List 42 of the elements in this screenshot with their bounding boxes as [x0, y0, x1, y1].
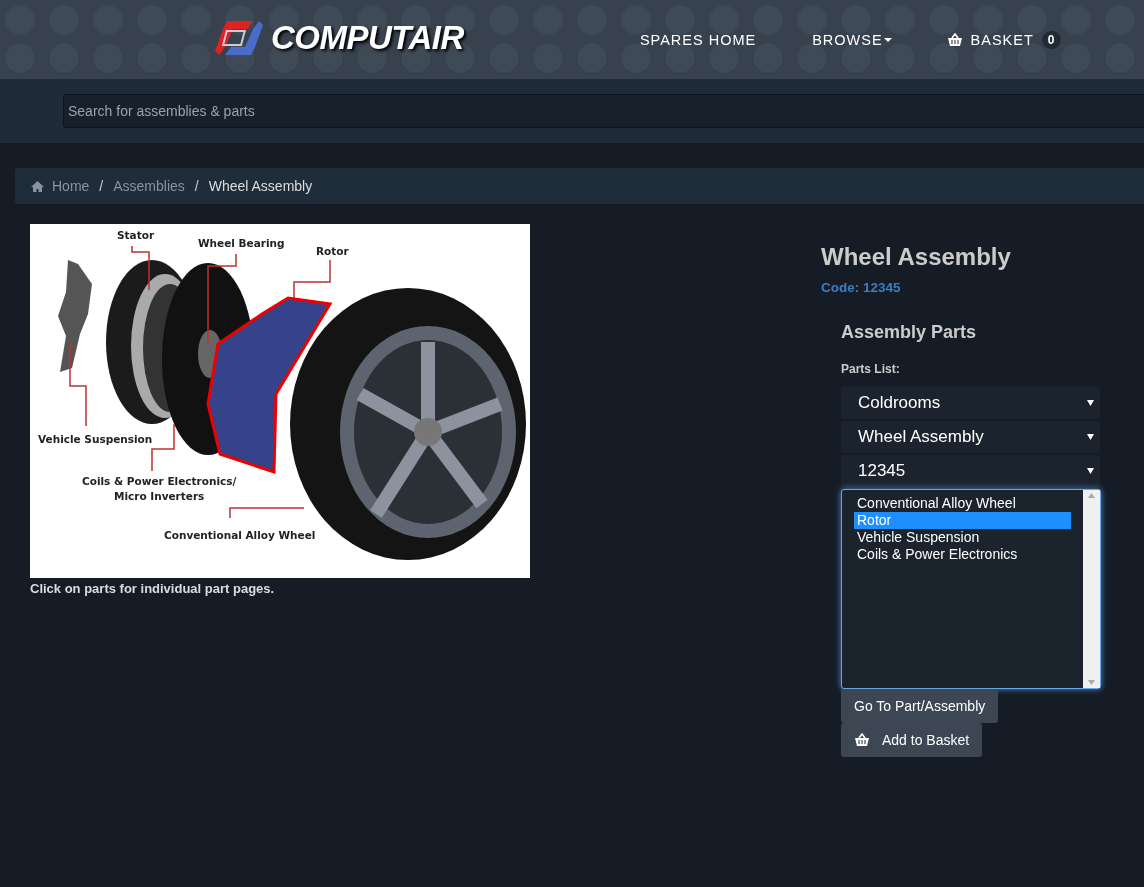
basket-icon	[946, 32, 963, 47]
home-icon	[31, 180, 44, 192]
caret-icon	[1087, 400, 1094, 406]
breadcrumb-separator: /	[194, 178, 199, 194]
dropdown-select[interactable]: 12345	[841, 455, 1100, 487]
part-label: Vehicle Suspension	[38, 432, 153, 447]
caret-icon	[1087, 434, 1094, 440]
part-label: Coils & Power Electronics/ Micro Inverters	[82, 474, 237, 504]
part-label: Wheel Bearing	[198, 236, 285, 251]
go-to-part-button[interactable]: Go To Part/Assembly	[841, 689, 999, 723]
field-label: Parts List:	[841, 362, 901, 376]
logo-text: COMPUTAIR	[271, 18, 464, 57]
product-code: Code: 12345	[821, 280, 902, 295]
parts-listbox[interactable]: Conventional Alloy Wheel Rotor Vehicle Suspension Coils & Power Electronics	[841, 489, 1101, 689]
nav-link[interactable]: SPARES HOME	[639, 31, 757, 48]
add-to-basket-button[interactable]: Add to Basket	[841, 723, 983, 757]
part-label: Stator	[117, 228, 155, 243]
breadcrumb-separator: /	[99, 178, 104, 194]
list-option[interactable]: Conventional Alloy Wheel	[854, 495, 1071, 512]
scroll-up-icon	[1088, 493, 1095, 498]
list-option[interactable]: Vehicle Suspension	[854, 529, 1071, 546]
caret-icon	[1087, 468, 1094, 474]
basket-link[interactable]: BASKET 0	[946, 30, 1061, 49]
caret-icon	[883, 37, 892, 42]
diagram-caption: Click on parts for individual part pages.	[30, 581, 276, 596]
search-field[interactable]: Search for assemblies & parts	[63, 94, 1144, 128]
dropdown-select[interactable]: Wheel Assembly	[841, 421, 1100, 453]
basket-count: 0	[1041, 30, 1061, 49]
product-title: Wheel Assembly	[821, 243, 1012, 271]
list-option[interactable]: Coils & Power Electronics	[854, 546, 1071, 563]
logo-icon	[213, 18, 265, 57]
section-heading: Assembly Parts	[841, 322, 978, 343]
dropdown-select[interactable]: Coldrooms	[841, 387, 1100, 419]
basket-icon	[854, 733, 870, 747]
breadcrumb-current: Wheel Assembly	[208, 178, 313, 194]
breadcrumb-link[interactable]: Assemblies	[113, 178, 185, 194]
part-label: Rotor	[316, 244, 349, 259]
scrollbar[interactable]	[1083, 490, 1100, 688]
nav-dropdown[interactable]: BROWSE	[812, 31, 892, 48]
part-label: Conventional Alloy Wheel	[164, 528, 316, 543]
scroll-down-icon	[1088, 680, 1095, 685]
breadcrumb-link[interactable]: Home	[52, 178, 90, 194]
